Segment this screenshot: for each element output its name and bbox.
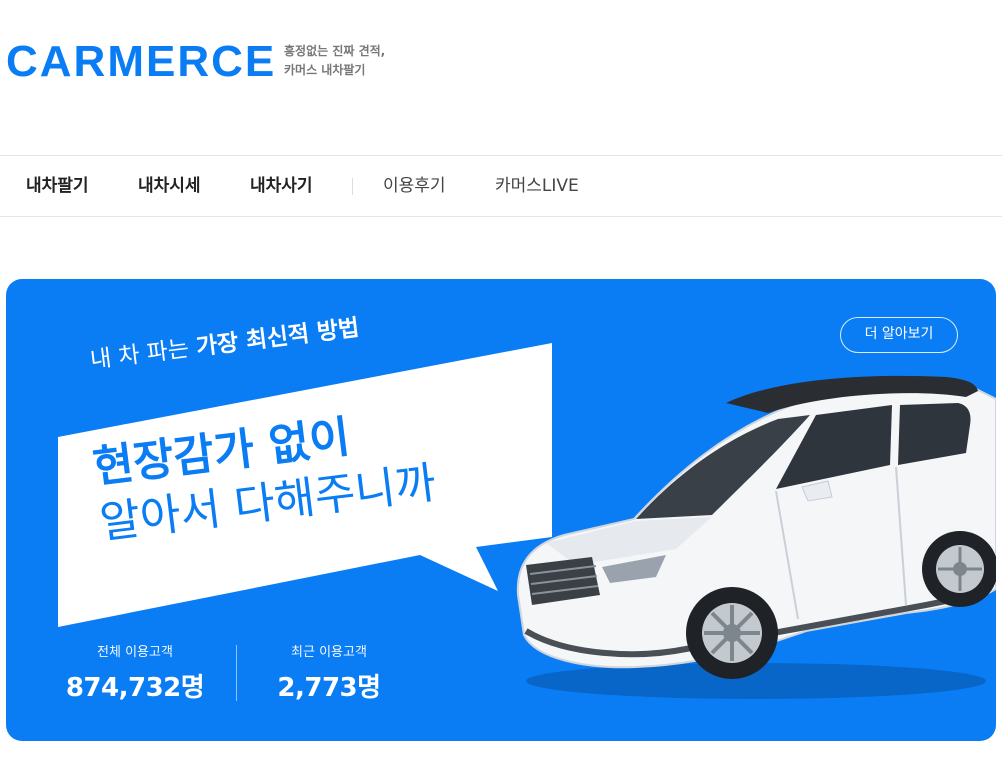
nav-divider (352, 178, 353, 195)
stat-recent-customers: 최근 이용고객 2,773명 (264, 643, 394, 703)
stat-total-value: 874,732명 (65, 673, 205, 703)
stat-total-label: 전체 이용고객 (97, 645, 173, 660)
hero-banner[interactable]: 내 차 파는 가장 최신적 방법 현장감가 없이 알아서 다해주니까 더 알아보… (6, 279, 996, 741)
nav-item-sell-car[interactable]: 내차팔기 (26, 156, 89, 216)
nav-item-car-price[interactable]: 내차시세 (138, 156, 201, 216)
stat-total-customers: 전체 이용고객 874,732명 (60, 643, 210, 703)
stat-recent-label: 최근 이용고객 (291, 645, 367, 660)
nav-item-reviews[interactable]: 이용후기 (383, 156, 446, 216)
tagline-line-2: 카머스 내차팔기 (284, 63, 366, 77)
stat-recent-value: 2,773명 (277, 673, 381, 703)
carmerce-logo[interactable]: CARMERCE (6, 38, 276, 86)
site-header: CARMERCE 흥정없는 진짜 견적, 카머스 내차팔기 (0, 0, 1002, 156)
main-nav: 내차팔기 내차시세 내차사기 이용후기 카머스LIVE (0, 155, 1002, 217)
stat-divider (236, 645, 237, 701)
white-suv-image (516, 375, 996, 699)
nav-item-buy-car[interactable]: 내차사기 (250, 156, 313, 216)
tagline: 흥정없는 진짜 견적, 카머스 내차팔기 (284, 42, 385, 80)
tagline-line-1: 흥정없는 진짜 견적, (284, 44, 386, 58)
learn-more-button[interactable]: 더 알아보기 (840, 317, 958, 353)
nav-item-live[interactable]: 카머스LIVE (495, 156, 579, 216)
